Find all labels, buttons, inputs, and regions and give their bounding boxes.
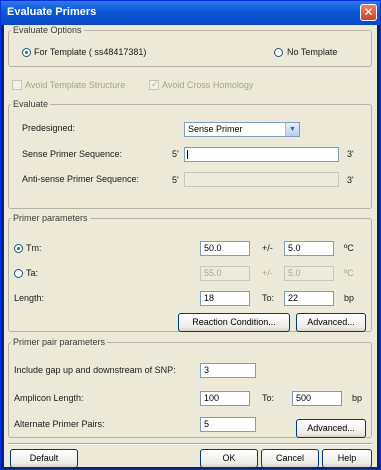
reaction-condition-button[interactable]: Reaction Condition...	[178, 313, 290, 332]
ta-radio[interactable]	[14, 269, 23, 278]
evaluate-options-group: Evaluate Options	[8, 25, 372, 67]
ok-button[interactable]: OK	[200, 449, 258, 468]
length-label: Length:	[14, 293, 45, 303]
chevron-down-icon[interactable]: ▼	[285, 123, 299, 136]
default-button[interactable]: Default	[10, 449, 78, 468]
sense-3prime-label: 3'	[347, 149, 354, 159]
alternate-primer-pairs-label: Alternate Primer Pairs:	[14, 419, 105, 429]
alternate-primer-pairs-input[interactable]: 5	[200, 417, 256, 432]
tm-tolerance-value: 5.0	[288, 243, 301, 253]
length-from-value: 18	[204, 293, 215, 303]
tm-value-input[interactable]: 50.0	[200, 241, 250, 256]
length-unit: bp	[344, 293, 355, 303]
text-caret	[187, 150, 188, 159]
tm-plus-minus: +/-	[262, 243, 273, 253]
sense-primer-label: Sense Primer Sequence:	[22, 149, 123, 159]
avoid-template-structure-label: Avoid Template Structure	[25, 80, 126, 90]
primer-pair-legend: Primer pair parameters	[13, 337, 106, 347]
amplicon-to-value: 500	[296, 393, 312, 403]
cancel-button[interactable]: Cancel	[261, 449, 319, 468]
sense-5prime-label: 5'	[172, 149, 179, 159]
amplicon-to-input[interactable]: 500	[292, 391, 342, 406]
gap-input[interactable]: 3	[200, 363, 256, 378]
predesigned-label: Predesigned:	[22, 123, 76, 133]
primer-parameters-legend: Primer parameters	[13, 213, 88, 223]
ta-value: 55.0	[204, 268, 222, 278]
antisense-5prime-label: 5'	[172, 175, 179, 185]
predesigned-select[interactable]: Sense Primer ▼	[184, 122, 300, 137]
ta-unit: ºC	[344, 268, 354, 278]
antisense-primer-input[interactable]	[184, 172, 339, 187]
predesigned-value: Sense Primer	[188, 124, 243, 134]
gap-value: 3	[204, 365, 210, 375]
dialog-body: Evaluate Options For Template ( ss484173…	[4, 25, 377, 468]
for-template-label: For Template ( ss48417381)	[34, 47, 147, 57]
avoid-cross-homology-checkbox[interactable]	[149, 79, 159, 90]
antisense-primer-label: Anti-sense Primer Sequence:	[22, 174, 140, 184]
evaluate-legend: Evaluate	[13, 99, 49, 109]
evaluate-options-legend: Evaluate Options	[13, 25, 82, 35]
for-template-radio[interactable]	[22, 48, 31, 57]
ta-plus-minus: +/-	[262, 268, 273, 278]
no-template-radio[interactable]	[274, 48, 283, 57]
avoid-cross-homology-label: Avoid Cross Homology	[162, 80, 254, 90]
ta-tolerance-input[interactable]: 5.0	[284, 266, 334, 281]
title-bar[interactable]: Evaluate Primers ✕	[1, 1, 380, 25]
length-to-value: 22	[288, 293, 299, 303]
no-template-label: No Template	[287, 47, 338, 57]
window-title: Evaluate Primers	[7, 6, 97, 18]
tm-label: Tm:	[26, 243, 42, 253]
pair-advanced-button[interactable]: Advanced...	[296, 419, 366, 438]
primer-advanced-button[interactable]: Advanced...	[296, 313, 366, 332]
amplicon-from-value: 100	[204, 393, 220, 403]
ta-tolerance-value: 5.0	[288, 268, 301, 278]
help-button[interactable]: Help	[322, 449, 372, 468]
gap-label: Include gap up and downstream of SNP:	[14, 365, 176, 375]
tm-value: 50.0	[204, 243, 222, 253]
length-to-label: To:	[262, 293, 275, 303]
amplicon-from-input[interactable]: 100	[200, 391, 250, 406]
sense-primer-input[interactable]	[184, 147, 339, 162]
amplicon-to-label: To:	[262, 393, 275, 403]
tm-unit: ºC	[344, 243, 354, 253]
tm-radio[interactable]	[14, 244, 23, 253]
avoid-template-structure-checkbox[interactable]	[12, 80, 22, 90]
length-from-input[interactable]: 18	[200, 291, 250, 306]
antisense-3prime-label: 3'	[347, 175, 354, 185]
ta-label: Ta:	[26, 268, 39, 278]
footer-divider	[8, 443, 372, 444]
alternate-primer-pairs-value: 5	[204, 419, 210, 429]
length-to-input[interactable]: 22	[284, 291, 334, 306]
ta-value-input[interactable]: 55.0	[200, 266, 250, 281]
amplicon-unit: bp	[352, 393, 363, 403]
evaluate-primers-dialog: Evaluate Primers ✕ Evaluate Options For …	[0, 0, 381, 470]
tm-tolerance-input[interactable]: 5.0	[284, 241, 334, 256]
close-icon[interactable]: ✕	[360, 4, 377, 21]
amplicon-length-label: Amplicon Length:	[14, 393, 84, 403]
